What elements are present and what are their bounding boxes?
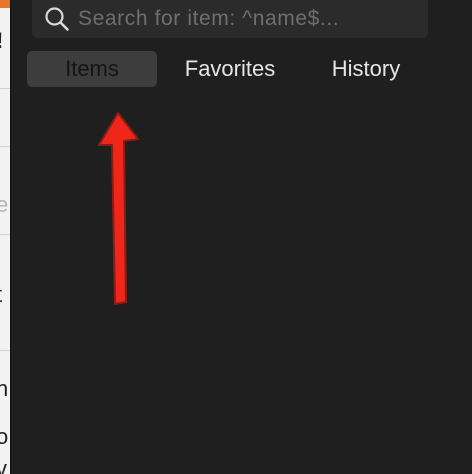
- background-text-fragment: o: [0, 424, 9, 449]
- items-popover: Items Favorites History: [12, 0, 472, 474]
- tab-history[interactable]: History: [317, 51, 415, 87]
- background-text-fragment: h: [0, 376, 9, 401]
- search-icon: [42, 4, 72, 34]
- screen: ! e t h o v Items Favorites History: [0, 0, 472, 474]
- search-input[interactable]: [72, 7, 428, 31]
- background-text-fragment: e: [0, 192, 9, 217]
- background-text-fragment: v: [0, 456, 7, 474]
- tab-items[interactable]: Items: [27, 51, 157, 87]
- divider: [0, 88, 10, 89]
- search-bar[interactable]: [32, 0, 428, 38]
- window-accent-bar: [0, 0, 10, 8]
- background-text-fragment: t: [0, 284, 2, 306]
- divider: [0, 350, 10, 351]
- divider: [0, 146, 10, 147]
- background-window: ! e t h o v: [0, 0, 10, 474]
- background-text-fragment: !: [0, 30, 3, 52]
- tab-bar: Items Favorites History: [12, 51, 472, 89]
- divider: [0, 234, 10, 235]
- tab-favorites[interactable]: Favorites: [172, 51, 288, 87]
